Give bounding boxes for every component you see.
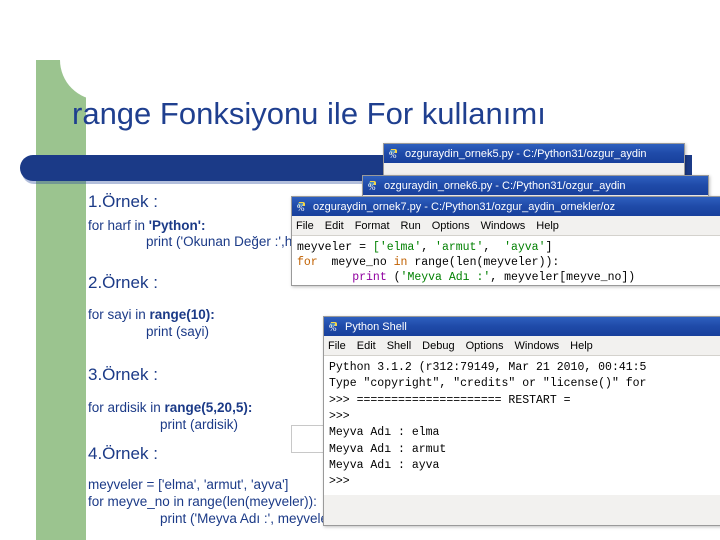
shell-line-6: Meyva Adı : armut — [329, 442, 447, 456]
python-idle-icon: % — [328, 320, 341, 333]
window-ornek6-title-text: ozguraydin_ornek6.py - C:/Python31/ozgur… — [384, 179, 626, 192]
window-edge-sliver — [291, 425, 326, 453]
window-ornek5-title-text: ozguraydin_ornek5.py - C:/Python31/ozgur… — [405, 147, 647, 160]
shell-line-5: Meyva Adı : elma — [329, 426, 440, 440]
menu-item-edit[interactable]: Edit — [325, 220, 344, 232]
window-ornek7-menubar[interactable]: File Edit Format Run Options Windows Hel… — [292, 216, 720, 236]
menu-item-file[interactable]: File — [328, 340, 346, 352]
svg-text:%: % — [368, 182, 376, 192]
python-shell-output[interactable]: Python 3.1.2 (r312:79149, Mar 21 2010, 0… — [324, 356, 720, 495]
window-ornek5-titlebar[interactable]: % ozguraydin_ornek5.py - C:/Python31/ozg… — [384, 144, 684, 163]
page-title: range Fonksiyonu ile For kullanımı — [72, 96, 546, 131]
python-shell-title-text: Python Shell — [345, 320, 407, 333]
window-ornek7-titlebar[interactable]: % ozguraydin_ornek7.py - C:/Python31/ozg… — [292, 197, 720, 216]
menu-item-shell[interactable]: Shell — [387, 340, 411, 352]
python-idle-icon: % — [388, 147, 401, 160]
python-idle-icon: % — [367, 179, 380, 192]
window-ornek7-title-text: ozguraydin_ornek7.py - C:/Python31/ozgur… — [313, 200, 616, 213]
slide: range Fonksiyonu ile For kullanımı 1.Örn… — [0, 0, 720, 540]
menu-item-format[interactable]: Format — [355, 220, 390, 232]
shell-line-1: Python 3.1.2 (r312:79149, Mar 21 2010, 0… — [329, 361, 647, 374]
python-idle-icon: % — [296, 200, 309, 213]
menu-item-help[interactable]: Help — [570, 340, 593, 352]
decorative-white-rounded-panel — [60, 0, 720, 100]
svg-text:%: % — [389, 150, 397, 160]
svg-text:%: % — [329, 323, 337, 333]
code-line-3: print ('Meyva Adı :', meyveler[meyve_no]… — [352, 271, 636, 285]
menu-item-windows[interactable]: Windows — [515, 340, 560, 352]
menu-item-windows[interactable]: Windows — [481, 220, 526, 232]
python-shell-titlebar[interactable]: % Python Shell — [324, 317, 720, 336]
shell-line-2: Type "copyright", "credits" or "license(… — [329, 377, 647, 391]
menu-item-options[interactable]: Options — [432, 220, 470, 232]
menu-item-debug[interactable]: Debug — [422, 340, 454, 352]
menu-item-run[interactable]: Run — [401, 220, 421, 232]
python-shell-menubar[interactable]: File Edit Shell Debug Options Windows He… — [324, 336, 720, 356]
code-line-1: meyveler = ['elma', 'armut', 'ayva'] — [297, 241, 553, 254]
menu-item-help[interactable]: Help — [536, 220, 559, 232]
shell-line-4: >>> — [329, 409, 350, 423]
menu-item-options[interactable]: Options — [466, 340, 504, 352]
window-ornek5[interactable]: % ozguraydin_ornek5.py - C:/Python31/ozg… — [383, 143, 685, 179]
window-ornek6-titlebar[interactable]: % ozguraydin_ornek6.py - C:/Python31/ozg… — [363, 176, 708, 195]
code-line-2: for meyve_no in range(len(meyveler)): — [297, 256, 560, 270]
window-ornek7[interactable]: % ozguraydin_ornek7.py - C:/Python31/ozg… — [291, 196, 720, 286]
menu-item-edit[interactable]: Edit — [357, 340, 376, 352]
menu-item-file[interactable]: File — [296, 220, 314, 232]
shell-line-8: >>> — [329, 475, 350, 489]
shell-line-7: Meyva Adı : ayva — [329, 458, 440, 472]
window-ornek7-code-area[interactable]: meyveler = ['elma', 'armut', 'ayva'] for… — [292, 236, 720, 285]
shell-line-3: >>> ===================== RESTART = — [329, 393, 571, 407]
window-python-shell[interactable]: % Python Shell File Edit Shell Debug Opt… — [323, 316, 720, 526]
svg-text:%: % — [297, 203, 305, 213]
